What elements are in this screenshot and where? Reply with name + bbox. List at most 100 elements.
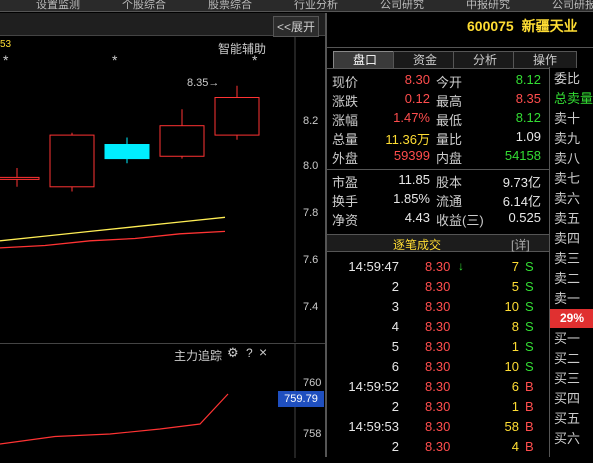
trade-volume: 10 <box>504 299 519 314</box>
quote-row: 净资 4.43 收益(三) 0.525 <box>327 209 549 228</box>
top-menu-item[interactable]: 个股综合 <box>122 0 166 11</box>
top-menu-item[interactable]: 设置监测 <box>36 0 80 11</box>
ticker-row: 3 8.30 10 S <box>327 297 549 317</box>
orderbook-label: 买二 <box>554 351 581 366</box>
candlestick-chart[interactable]: 53 智能辅助 * * * 8.35→ 8.2 8.0 7.8 7.6 7.4 <box>0 37 325 342</box>
star-marker: * <box>112 52 118 68</box>
y-tick: 760 <box>303 377 322 389</box>
ticker-row: 14:59:53 8.30 58 B <box>327 417 549 437</box>
orderbook-label: 卖二 <box>554 271 581 286</box>
gear-icon[interactable]: ⚙ <box>227 345 239 361</box>
quote-value: 6.14亿 <box>502 194 541 209</box>
y-tick: 8.2 <box>303 115 319 127</box>
orderbook-label: 卖十 <box>554 111 581 126</box>
y-tick: 7.8 <box>303 207 319 219</box>
tracking-title: 主力追踪 <box>174 349 223 363</box>
top-menu-strip: 设置监测 个股综合 股票综合 行业分析 公司研究 中报研究 公司研报 <box>0 0 593 12</box>
main-force-tracking-chart[interactable]: 主力追踪 ⚙ ? × 760 759.79 758 <box>0 343 325 458</box>
orderbook-label: 卖四 <box>554 231 581 246</box>
tracking-series-line <box>0 393 229 445</box>
trade-volume: 7 <box>511 259 519 274</box>
trade-side: B <box>525 399 534 414</box>
ticker-header: 逐笔成交 [详] <box>327 234 549 252</box>
top-menu-item[interactable]: 股票综合 <box>208 0 252 11</box>
ticker-row: 2 8.30 5 S <box>327 277 549 297</box>
orderbook-label: 卖六 <box>554 191 581 206</box>
ticker-row: 2 8.30 4 B <box>327 437 549 457</box>
ticker-row: 14:59:47 8.30 ↓ 7 S <box>327 257 549 277</box>
trade-volume: 6 <box>511 379 519 394</box>
orderbook-label: 卖一 <box>554 291 581 306</box>
orderbook-label: 委比 <box>554 71 581 86</box>
stock-title: 600075 新疆天业 <box>467 16 578 36</box>
orderbook-label: 卖五 <box>554 211 581 226</box>
quote-value: 54158 <box>504 148 541 163</box>
tracking-line-svg <box>0 344 296 458</box>
candle-body <box>214 97 260 136</box>
tab-funds[interactable]: 资金 <box>393 51 457 68</box>
quote-value: 1.09 <box>515 129 541 144</box>
quote-row: 涨跌 0.12 最高 8.35 <box>327 90 549 109</box>
tab-pankou[interactable]: 盘口 <box>333 51 397 68</box>
tab-operation[interactable]: 操作 <box>513 51 577 68</box>
trade-volume: 10 <box>504 359 519 374</box>
trade-volume: 1 <box>511 339 519 354</box>
orderbook-label: 卖三 <box>554 251 581 266</box>
trade-side: B <box>525 439 534 454</box>
top-menu-item[interactable]: 行业分析 <box>294 0 338 11</box>
candle-body <box>49 134 95 188</box>
trade-side: S <box>525 319 534 334</box>
y-tick: 758 <box>303 428 322 440</box>
quote-panel: 600075 新疆天业 盘口 资金 分析 操作 现价 8.30 今开 8.12 涨跌 0.… <box>327 13 593 457</box>
candle-body <box>0 176 40 180</box>
chart-header: <<展开 <box>0 13 325 37</box>
ticker-row: 6 8.30 10 S <box>327 357 549 377</box>
trade-side: S <box>525 359 534 374</box>
trade-side: S <box>525 339 534 354</box>
trade-volume: 5 <box>511 279 519 294</box>
close-icon[interactable]: × <box>259 344 267 360</box>
ticker-row: 5 8.30 1 S <box>327 337 549 357</box>
y-tick: 7.4 <box>303 301 319 313</box>
moving-average-line <box>0 230 226 249</box>
quote-row: 外盘 59399 内盘 54158 <box>327 147 549 166</box>
trade-side: B <box>525 419 534 434</box>
quote-value: 8.12 <box>515 110 541 125</box>
top-menu-item[interactable]: 公司研究 <box>380 0 424 11</box>
corner-label: 53 <box>0 39 12 50</box>
candle-body <box>104 144 150 160</box>
orderbook-label: 买三 <box>554 371 581 386</box>
quote-value: 8.35 <box>515 91 541 106</box>
smart-assist-label[interactable]: 智能辅助 <box>218 40 266 57</box>
orderbook-label: 总卖量 <box>554 91 593 106</box>
ticker-title: 逐笔成交 <box>393 238 442 252</box>
top-menu-item[interactable]: 公司研报 <box>552 0 593 11</box>
tab-analysis[interactable]: 分析 <box>453 51 517 68</box>
orderbook-label: 卖八 <box>554 151 581 166</box>
trade-side: B <box>525 379 534 394</box>
quote-value: 8.12 <box>515 72 541 87</box>
top-menu-item[interactable]: 中报研究 <box>466 0 510 11</box>
stock-code: 600075 <box>467 18 514 34</box>
quote-row: 市盈 11.85 股本 9.73亿 <box>327 171 549 190</box>
orderbook-label: 买一 <box>554 331 581 346</box>
trade-volume: 8 <box>511 319 519 334</box>
expand-button[interactable]: <<展开 <box>272 16 319 37</box>
help-icon[interactable]: ? <box>246 346 253 360</box>
ticker-detail-link[interactable]: [详] <box>511 236 530 253</box>
y-tick: 7.6 <box>303 254 319 266</box>
trade-volume: 58 <box>504 419 519 434</box>
moving-average-line <box>0 216 226 242</box>
orderbook-label: 卖九 <box>554 131 581 146</box>
star-marker: * <box>3 52 9 68</box>
trade-side: S <box>525 299 534 314</box>
trade-volume: 4 <box>511 439 519 454</box>
ticker-row: 4 8.30 8 S <box>327 317 549 337</box>
orderbook-label: 买六 <box>554 431 581 446</box>
quote-row: 换手 1.85% 流通 6.14亿 <box>327 190 549 209</box>
y-tick: 8.0 <box>303 160 319 172</box>
trade-side: S <box>525 279 534 294</box>
quote-value: 9.73亿 <box>502 175 541 190</box>
ticker-row: 2 8.30 1 B <box>327 397 549 417</box>
high-price-marker: 8.35→ <box>187 77 220 89</box>
